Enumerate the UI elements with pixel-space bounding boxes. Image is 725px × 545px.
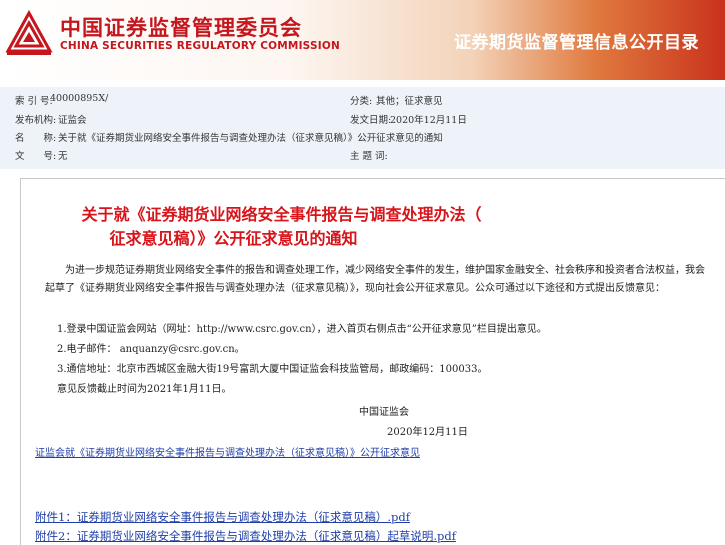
publisher-value: 证监会: [58, 115, 87, 126]
logo-english-name[interactable]: CHINA SECURITIES REGULATORY COMMISSION: [60, 40, 340, 52]
document-title-line1: 关于就《证券期货业网络安全事件报告与调查处理办法（: [81, 205, 482, 224]
index-value: 40000895X/: [50, 93, 109, 104]
signature-org: 中国证监会: [359, 407, 409, 418]
feedback-item-address: 3.通信地址：北京市西城区金融大街19号富凯大厦中国证监会科技监管局，邮政编码：…: [57, 364, 488, 375]
name-value: 关于就《证券期货业网络安全事件报告与调查处理办法（征求意见稿）》公开征求意见的通…: [58, 133, 443, 144]
document-title-line2: 征求意见稿）》公开征求意见的通知: [109, 229, 358, 248]
date-label: 发文日期:: [350, 115, 392, 126]
feedback-deadline: 意见反馈截止时间为2021年1月11日。: [57, 384, 232, 395]
date-value: 2020年12月11日: [390, 115, 467, 126]
meta-row-index: 索 引 号: 40000895X/ 分类: 其他；征求意见: [0, 93, 725, 112]
attachment-2-link[interactable]: 附件2：证券期货业网络安全事件报告与调查处理办法（征求意见稿）起草说明.pdf: [35, 528, 456, 544]
document-body: 关于就《证券期货业网络安全事件报告与调查处理办法（ 征求意见稿）》公开征求意见的…: [20, 178, 725, 545]
meta-row-publisher: 发布机构: 证监会 发文日期: 2020年12月11日: [0, 112, 725, 131]
category-value: 其他；征求意见: [376, 96, 443, 107]
publisher-label: 发布机构:: [15, 115, 57, 126]
feedback-item-website: 1.登录中国证监会网站（网址：http://www.csrc.gov.cn），进…: [57, 324, 547, 335]
feedback-item-email: 2.电子邮件： anquanzy@csrc.gov.cn。: [57, 344, 245, 355]
document-meta: 索 引 号: 40000895X/ 分类: 其他；征求意见 发布机构: 证监会 …: [0, 87, 725, 169]
csrc-emblem-icon[interactable]: [5, 10, 53, 58]
header-title: 证券期货监督管理信息公开目录: [454, 33, 699, 53]
site-header: 中国证券监督管理委员会 CHINA SECURITIES REGULATORY …: [0, 0, 725, 80]
meta-row-docno: 文 号: 无 主 题 词:: [0, 148, 725, 167]
related-notice-link[interactable]: 证监会就《证券期货业网络安全事件报告与调查处理办法（征求意见稿）》公开征求意见: [35, 444, 420, 459]
intro-paragraph: 为进一步规范证券期货业网络安全事件的报告和调查处理工作，减少网络安全事件的发生，…: [45, 265, 705, 294]
keywords-label: 主 题 词:: [350, 151, 388, 162]
name-label: 名 称:: [15, 133, 57, 144]
logo-chinese-name[interactable]: 中国证券监督管理委员会: [60, 12, 302, 42]
attachment-1-link[interactable]: 附件1：证券期货业网络安全事件报告与调查处理办法（征求意见稿）.pdf: [35, 509, 410, 525]
signature-date: 2020年12月11日: [387, 427, 468, 438]
meta-row-name: 名 称: 关于就《证券期货业网络安全事件报告与调查处理办法（征求意见稿）》公开征…: [0, 130, 725, 149]
index-label: 索 引 号:: [15, 96, 53, 107]
docno-label: 文 号:: [15, 151, 57, 162]
category-label: 分类:: [350, 96, 373, 107]
docno-value: 无: [58, 151, 68, 162]
